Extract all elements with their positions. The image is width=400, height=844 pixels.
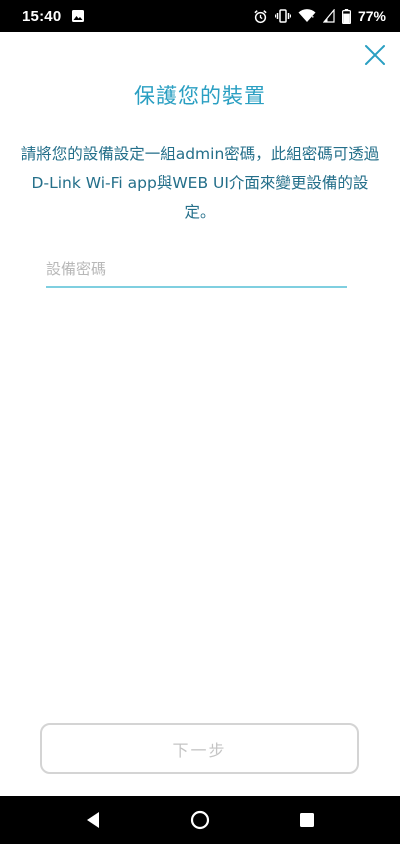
back-button[interactable] [69, 796, 117, 844]
status-time: 15:40 [22, 7, 62, 25]
description-text: 請將您的設備設定一組admin密碼，此組密碼可透過D-Link Wi-Fi ap… [20, 145, 380, 221]
recents-icon [299, 813, 314, 827]
home-button[interactable] [176, 796, 224, 844]
close-icon [365, 45, 385, 65]
nav-bar [0, 796, 400, 844]
signal-icon [322, 9, 335, 23]
vibrate-icon [274, 9, 291, 23]
alarm-icon [253, 9, 268, 24]
image-icon [71, 9, 85, 23]
battery-percent: 77% [357, 8, 386, 24]
home-icon [190, 810, 210, 830]
page-title: 保護您的裝置 [134, 84, 266, 108]
close-button[interactable] [360, 40, 390, 70]
status-bar: 15:40 77% [0, 0, 400, 32]
next-button[interactable]: 下一步 [40, 723, 359, 774]
battery-icon [341, 8, 351, 24]
back-icon [87, 812, 100, 828]
status-left: 15:40 [22, 8, 85, 25]
recents-button[interactable] [283, 796, 331, 844]
password-field[interactable] [46, 256, 347, 288]
status-right: 77% [253, 8, 386, 24]
wifi-icon [298, 9, 316, 23]
